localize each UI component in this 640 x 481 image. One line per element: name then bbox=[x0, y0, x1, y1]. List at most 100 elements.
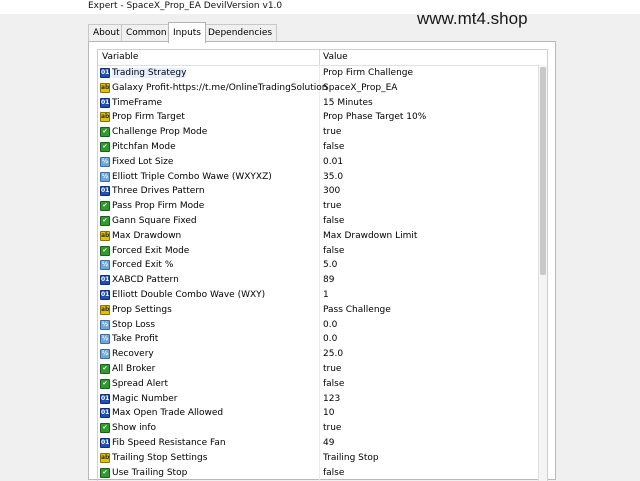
table-row[interactable]: 01 Max Open Trade Allowed 10 bbox=[98, 406, 538, 421]
int-param-icon: 01 bbox=[100, 275, 110, 286]
variable-value[interactable]: false bbox=[323, 468, 344, 478]
table-row[interactable]: ✔ Pass Prop Firm Mode true bbox=[98, 199, 538, 214]
watermark: www.mt4.shop bbox=[417, 9, 528, 28]
variable-value[interactable]: true bbox=[323, 127, 341, 137]
table-row[interactable]: 01 Three Drives Pattern 300 bbox=[98, 184, 538, 199]
table-row[interactable]: ab Prop Settings Pass Challenge bbox=[98, 303, 538, 318]
table-row[interactable]: ab Galaxy Profit-https://t.me/OnlineTradi… bbox=[98, 81, 538, 96]
variable-value[interactable]: 15 Minutes bbox=[323, 98, 373, 108]
variable-value[interactable]: Prop Phase Target 10% bbox=[323, 112, 426, 122]
table-row[interactable]: 01 TimeFrame 15 Minutes bbox=[98, 96, 538, 111]
table-row[interactable]: ab Prop Firm Target Prop Phase Target 10% bbox=[98, 110, 538, 125]
table-row[interactable]: 01 Elliott Double Combo Wave (WXY) 1 bbox=[98, 288, 538, 303]
double-param-icon: ½ bbox=[100, 319, 110, 330]
column-header-value[interactable]: Value bbox=[323, 52, 348, 62]
variable-value[interactable]: false bbox=[323, 246, 344, 256]
column-header-variable[interactable]: Variable bbox=[102, 52, 138, 62]
double-param-icon: ½ bbox=[100, 334, 110, 345]
variable-value[interactable]: Trailing Stop bbox=[323, 453, 379, 463]
variable-name: Magic Number bbox=[112, 393, 178, 404]
bool-param-icon: ✔ bbox=[100, 364, 110, 374]
table-row[interactable]: ½ Take Profit 0.0 bbox=[98, 332, 538, 347]
variable-value[interactable]: 0.01 bbox=[323, 157, 343, 167]
variable-value[interactable]: false bbox=[323, 142, 344, 152]
variable-name: Forced Exit Mode bbox=[112, 245, 190, 256]
int-param-icon: 01 bbox=[100, 290, 110, 300]
variable-value[interactable]: 0.0 bbox=[323, 334, 337, 344]
table-row[interactable]: ½ Elliott Triple Combo Wawe (WXYXZ) 35.0 bbox=[98, 170, 538, 185]
variable-value[interactable]: 1 bbox=[323, 290, 329, 300]
inputs-table: Variable Value 01 Trading Strategy Prop Fi… bbox=[97, 49, 548, 481]
table-row[interactable]: 01 Fib Speed Resistance Fan 49 bbox=[98, 436, 538, 451]
variable-value[interactable]: 123 bbox=[323, 394, 340, 404]
vertical-scrollbar[interactable] bbox=[538, 65, 547, 481]
variable-name: Spread Alert bbox=[112, 378, 168, 389]
string-param-icon: ab bbox=[100, 304, 110, 315]
int-param-icon: 01 bbox=[100, 97, 110, 108]
tab-dependencies[interactable]: Dependencies bbox=[203, 24, 278, 41]
scrollbar-thumb[interactable] bbox=[540, 67, 546, 275]
tab-common[interactable]: Common bbox=[121, 24, 172, 41]
variable-name: Three Drives Pattern bbox=[112, 186, 205, 197]
variable-value[interactable]: 0.0 bbox=[323, 320, 337, 330]
bool-param-icon: ✔ bbox=[100, 142, 110, 152]
variable-name: XABCD Pattern bbox=[112, 275, 179, 286]
table-row[interactable]: ✔ Pitchfan Mode false bbox=[98, 140, 538, 155]
variable-name: Forced Exit % bbox=[112, 260, 174, 271]
variable-value[interactable]: false bbox=[323, 216, 344, 226]
variable-value[interactable]: 35.0 bbox=[323, 172, 343, 182]
column-divider[interactable] bbox=[319, 50, 320, 65]
table-row[interactable]: ✔ Show info true bbox=[98, 421, 538, 436]
window-title: Expert - SpaceX_Prop_EA DevilVersion v1.… bbox=[88, 1, 283, 11]
tab-about[interactable]: About bbox=[88, 24, 125, 41]
table-row[interactable]: ✔ All Broker true bbox=[98, 362, 538, 377]
variable-value[interactable]: 89 bbox=[323, 275, 334, 285]
variable-name: TimeFrame bbox=[112, 97, 163, 108]
table-row[interactable]: ab Max Drawdown Max Drawdown Limit bbox=[98, 229, 538, 244]
variable-value[interactable]: SpaceX_Prop_EA bbox=[323, 83, 397, 93]
table-row[interactable]: ✔ Challenge Prop Mode true bbox=[98, 125, 538, 140]
table-row[interactable]: 01 XABCD Pattern 89 bbox=[98, 273, 538, 288]
variable-value[interactable]: true bbox=[323, 201, 341, 211]
variable-value[interactable]: Max Drawdown Limit bbox=[323, 231, 417, 241]
variable-name: Recovery bbox=[112, 349, 154, 360]
table-row[interactable]: ab Trailing Stop Settings Trailing Stop bbox=[98, 451, 538, 466]
variable-value[interactable]: Pass Challenge bbox=[323, 305, 391, 315]
variable-value[interactable]: false bbox=[323, 379, 344, 389]
title-bar: Expert - SpaceX_Prop_EA DevilVersion v1.… bbox=[0, 0, 640, 14]
inputs-panel: Variable Value 01 Trading Strategy Prop Fi… bbox=[88, 41, 556, 481]
table-row[interactable]: 01 Trading Strategy Prop Firm Challenge bbox=[98, 66, 538, 81]
bool-param-icon: ✔ bbox=[100, 201, 110, 212]
variable-value[interactable]: true bbox=[323, 423, 341, 433]
table-row[interactable]: ½ Stop Loss 0.0 bbox=[98, 318, 538, 333]
bool-param-icon: ✔ bbox=[100, 245, 110, 256]
table-row[interactable]: ✔ Forced Exit Mode false bbox=[98, 244, 538, 259]
variable-value[interactable]: 25.0 bbox=[323, 349, 343, 359]
variable-value[interactable]: Prop Firm Challenge bbox=[323, 68, 413, 78]
variable-name: Max Drawdown bbox=[112, 230, 182, 241]
variable-value[interactable]: 300 bbox=[323, 186, 340, 196]
variable-name: Prop Firm Target bbox=[112, 112, 185, 123]
double-param-icon: ½ bbox=[100, 171, 110, 182]
variable-name: Elliott Double Combo Wave (WXY) bbox=[112, 290, 266, 300]
table-row[interactable]: ✔ Gann Square Fixed false bbox=[98, 214, 538, 229]
string-param-icon: ab bbox=[100, 82, 110, 93]
variable-value[interactable]: true bbox=[323, 364, 341, 374]
bool-param-icon: ✔ bbox=[100, 127, 110, 138]
variable-name: Gann Square Fixed bbox=[112, 216, 197, 226]
tab-inputs[interactable]: Inputs bbox=[168, 22, 206, 43]
table-row[interactable]: ✔ Use Trailing Stop false bbox=[98, 466, 538, 481]
table-row[interactable]: ✔ Spread Alert false bbox=[98, 377, 538, 392]
table-row[interactable]: ½ Fixed Lot Size 0.01 bbox=[98, 155, 538, 170]
variable-name: Challenge Prop Mode bbox=[112, 127, 208, 138]
variable-name: Take Profit bbox=[112, 334, 159, 345]
table-row[interactable]: ½ Forced Exit % 5.0 bbox=[98, 258, 538, 273]
variable-value[interactable]: 5.0 bbox=[323, 260, 337, 270]
variable-name: Pass Prop Firm Mode bbox=[112, 201, 205, 212]
variable-value[interactable]: 10 bbox=[323, 408, 334, 418]
table-row[interactable]: 01 Magic Number 123 bbox=[98, 392, 538, 407]
variable-name: Elliott Triple Combo Wawe (WXYXZ) bbox=[112, 171, 272, 182]
variable-value[interactable]: 49 bbox=[323, 438, 334, 448]
table-row[interactable]: ½ Recovery 25.0 bbox=[98, 347, 538, 362]
variable-name: Use Trailing Stop bbox=[112, 467, 188, 478]
